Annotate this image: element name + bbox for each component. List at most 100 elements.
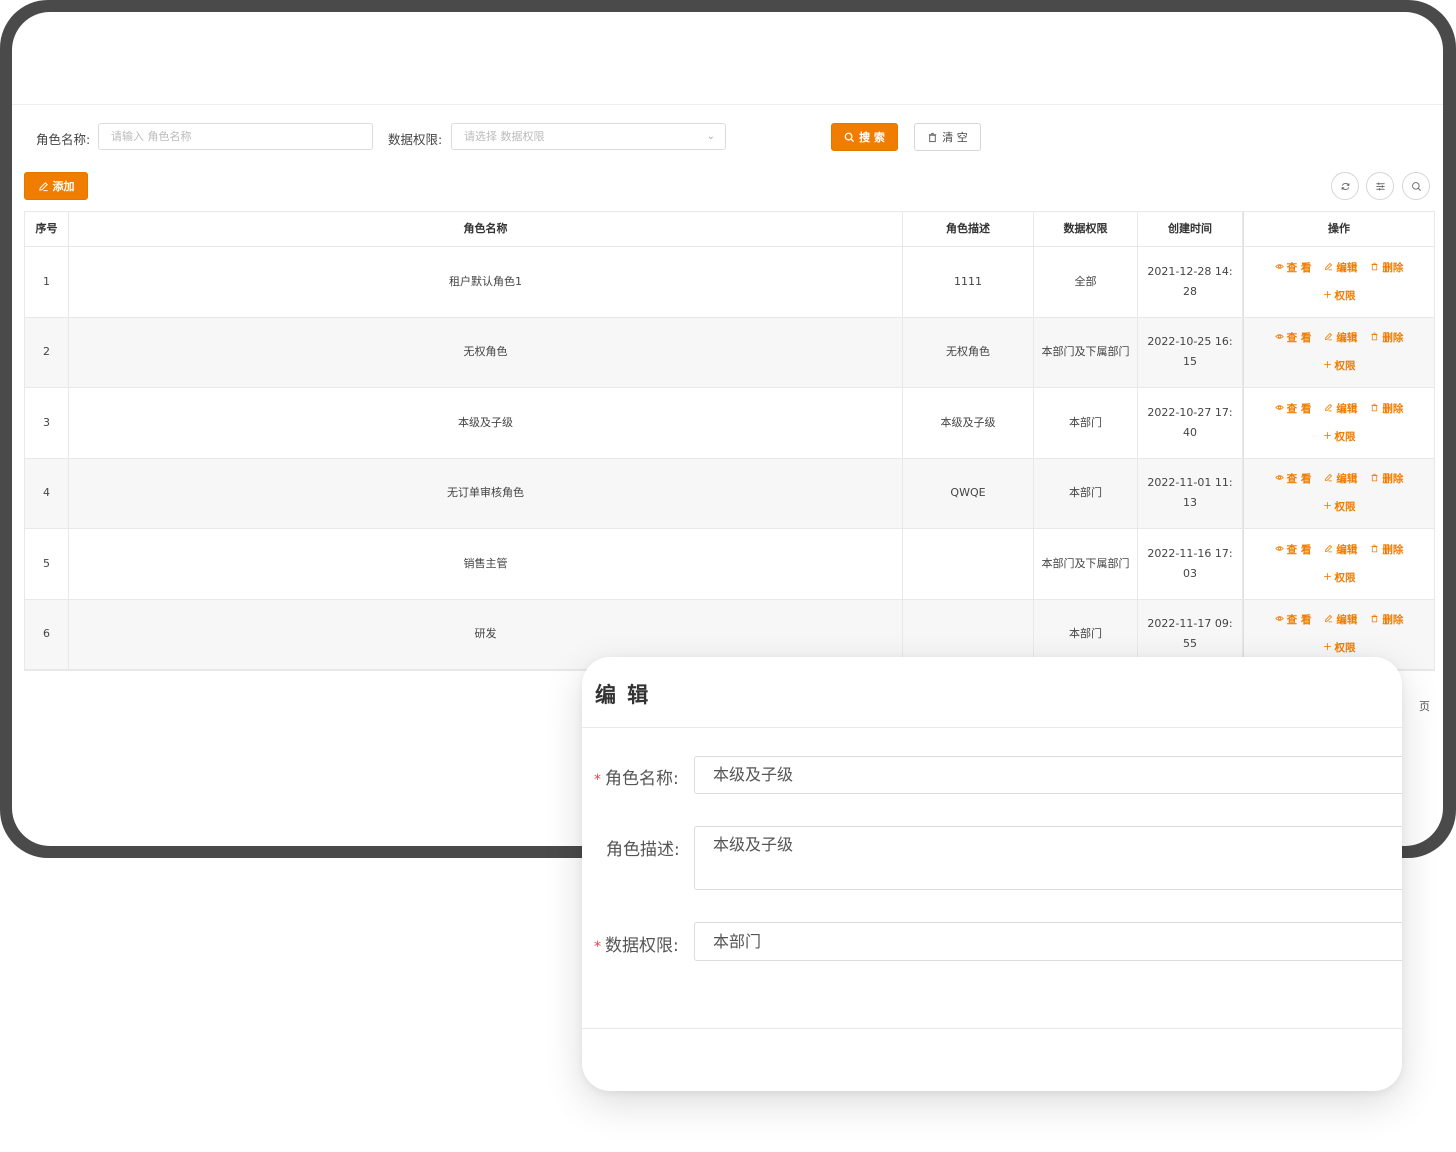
view-action-label: 查 看 — [1286, 473, 1312, 486]
permission-action[interactable]: 权限 — [1323, 497, 1356, 517]
pagination-page-suffix: 页 — [1419, 700, 1430, 713]
delete-action[interactable]: 删除 — [1370, 469, 1403, 489]
view-action-label: 查 看 — [1286, 543, 1312, 556]
permission-action[interactable]: 权限 — [1323, 638, 1356, 658]
created-time-text: 2022-11-01 11:13 — [1147, 476, 1233, 510]
data-perm-field[interactable]: 本部门 — [694, 922, 1402, 961]
required-mark: * — [594, 939, 601, 955]
columns-settings-button[interactable] — [1366, 172, 1394, 200]
cell-index: 1 — [25, 247, 69, 317]
edit-modal: 编 辑 * 角色名称: 本级及子级 角色描述: 本级及子级 * 数据权限: 本部门 — [582, 657, 1402, 1091]
cell-role-name: 无权角色 — [69, 317, 903, 387]
table-row: 2 无权角色 无权角色 本部门及下属部门 2022-10-25 16:15 查 看编辑 删除… — [25, 317, 1434, 388]
created-time-text: 2022-11-17 09:55 — [1147, 617, 1233, 651]
modal-footer — [582, 1028, 1402, 1029]
edit-icon — [1324, 610, 1333, 630]
view-action-label: 查 看 — [1286, 402, 1312, 415]
delete-action-label: 删除 — [1382, 332, 1404, 345]
data-perm-select[interactable]: 请选择 数据权限 ⌄ — [451, 123, 726, 150]
cell-actions: 查 看 编辑 删除权限 — [1243, 458, 1434, 528]
cell-data-perm: 本部门及下属部门 — [1034, 317, 1138, 387]
cell-role-desc: 1111 — [903, 247, 1034, 317]
edit-icon — [1324, 399, 1333, 419]
roles-table: 序号 角色名称 角色描述 数据权限 创建时间 操作 1 租户默认角色1 1111 全部… — [24, 211, 1435, 671]
role-desc-textarea[interactable]: 本级及子级 — [694, 826, 1402, 890]
clear-button[interactable]: 清 空 — [914, 123, 981, 151]
permission-action[interactable]: 权限 — [1323, 568, 1356, 588]
view-action[interactable]: 查 看 — [1274, 540, 1312, 560]
required-mark: * — [594, 772, 601, 788]
edit-icon — [1324, 469, 1333, 489]
cell-actions: 查 看 编辑 删除 权限 — [1243, 388, 1434, 458]
edit-action[interactable]: 编辑 — [1324, 469, 1357, 489]
table-row: 5 销售主管 本部门及下属部门 2022-11-16 17:03 查 看 编辑 删除 权限 — [25, 529, 1434, 600]
edit-action-label: 编辑 — [1336, 543, 1358, 556]
search-toggle-button[interactable] — [1402, 172, 1430, 200]
permission-action-label: 权限 — [1334, 360, 1356, 373]
role-name-field[interactable]: 本级及子级 — [694, 756, 1402, 794]
search-button[interactable]: 搜 索 — [831, 123, 898, 151]
cell-created-time: 2021-12-28 14:28 — [1138, 247, 1243, 317]
delete-action-label: 删除 — [1382, 614, 1404, 627]
delete-action-label: 删除 — [1382, 473, 1404, 486]
view-action[interactable]: 查 看 — [1274, 469, 1312, 489]
cell-index: 6 — [25, 599, 69, 669]
header-role-desc: 角色描述 — [903, 212, 1034, 246]
permission-action[interactable]: 权限 — [1323, 286, 1356, 306]
edit-icon — [1324, 258, 1333, 278]
cell-index: 5 — [25, 529, 69, 599]
delete-action[interactable]: 删除 — [1370, 540, 1403, 560]
created-time-text: 2021-12-28 14:28 — [1147, 264, 1233, 298]
created-time-text: 2022-10-25 16:15 — [1147, 335, 1233, 369]
search-icon — [844, 132, 855, 142]
eye-icon — [1274, 610, 1284, 630]
view-action[interactable]: 查 看 — [1274, 610, 1311, 630]
cell-role-name: 无订单审核角色 — [69, 458, 903, 528]
delete-action[interactable]: 删除 — [1370, 258, 1403, 278]
edit-action[interactable]: 编辑 — [1324, 328, 1357, 348]
edit-action[interactable]: 编辑 — [1324, 610, 1357, 630]
role-name-input[interactable]: 请输入 角色名称 — [98, 123, 373, 150]
view-action-label: 查 看 — [1286, 332, 1312, 345]
trash-icon — [1370, 258, 1379, 278]
cell-data-perm: 本部门及下属部门 — [1034, 529, 1138, 599]
view-action[interactable]: 查 看 — [1274, 328, 1312, 348]
permission-action[interactable]: 权限 — [1323, 427, 1356, 447]
delete-action[interactable]: 删除 — [1370, 328, 1403, 348]
add-button-label: 添加 — [52, 180, 75, 193]
created-time-text: 2022-10-27 17:40 — [1147, 405, 1233, 439]
cell-created-time: 2022-10-25 16:15 — [1138, 317, 1243, 387]
cell-actions: 查 看 编辑 删除权限 — [1243, 529, 1434, 599]
delete-action[interactable]: 删除 — [1370, 610, 1403, 630]
permission-action-label: 权限 — [1334, 642, 1356, 655]
eye-icon — [1274, 399, 1284, 419]
permission-action-label: 权限 — [1334, 571, 1356, 584]
trash-icon — [1370, 328, 1379, 348]
eye-icon — [1274, 469, 1284, 489]
edit-icon — [1324, 328, 1333, 348]
view-action[interactable]: 查 看 — [1274, 399, 1312, 419]
cell-role-name: 本级及子级 — [69, 388, 903, 458]
modal-title: 编 辑 — [595, 683, 651, 707]
permission-action[interactable]: 权限 — [1323, 356, 1356, 376]
edit-icon — [1324, 540, 1333, 560]
cell-role-desc: QWQE — [903, 458, 1034, 528]
refresh-button[interactable] — [1331, 172, 1359, 200]
view-action[interactable]: 查 看 — [1274, 258, 1311, 278]
delete-action[interactable]: 删除 — [1370, 399, 1403, 419]
trash-icon — [1370, 540, 1379, 560]
edit-action[interactable]: 编辑 — [1324, 540, 1357, 560]
cell-role-desc: 无权角色 — [903, 317, 1034, 387]
table-body: 1 租户默认角色1 1111 全部 2021-12-28 14:28 查 看编辑 删除 权限 2… — [25, 247, 1434, 670]
cell-role-name: 租户默认角色1 — [69, 247, 903, 317]
permission-action-label: 权限 — [1334, 501, 1356, 514]
edit-action-label: 编辑 — [1336, 614, 1358, 627]
edit-action[interactable]: 编辑 — [1324, 258, 1357, 278]
edit-action[interactable]: 编辑 — [1324, 399, 1357, 419]
modal-header: 编 辑 — [582, 657, 1402, 728]
cell-created-time: 2022-11-01 11:13 — [1138, 458, 1243, 528]
trash-icon — [1370, 469, 1379, 489]
permission-action-label: 权限 — [1334, 289, 1356, 302]
cell-data-perm: 本部门 — [1034, 388, 1138, 458]
add-button[interactable]: 添加 — [24, 172, 88, 200]
